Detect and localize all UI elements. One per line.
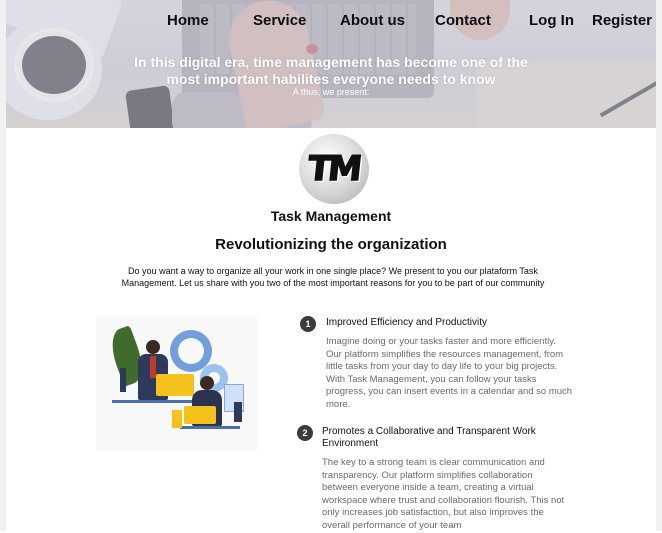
reason-1-line: Our platform simplifies the resources ma…: [326, 348, 564, 360]
small-person-icon-3: [172, 410, 182, 428]
main-nav: Home Service About us Contact Log In Reg…: [6, 12, 656, 32]
hero-title-line-1: In this digital era, time management has…: [134, 54, 528, 70]
reason-1-body: Imagine doing or your tasks faster and m…: [326, 336, 572, 412]
reason-2-title-line-1: Promotes a Collaborative and Transparent…: [322, 426, 536, 437]
small-person-icon-2: [120, 368, 126, 392]
tm-logo-text: TM: [306, 148, 363, 190]
nav-register-link[interactable]: Register: [592, 12, 652, 29]
reason-1-line: Imagine doing or your tasks faster and m…: [326, 336, 556, 347]
gear-hole: [178, 338, 204, 364]
intro-paragraph: Do you want a way to organize all your w…: [90, 265, 576, 289]
nav-service-link[interactable]: Service: [253, 12, 306, 29]
woman-head: [200, 376, 214, 390]
intro-line-2: Management. Let us share with you two of…: [121, 278, 545, 288]
reason-2-title-line-2: Environment: [322, 438, 379, 449]
reason-2-line: The key to a strong team is clear commun…: [322, 457, 545, 468]
reason-1-number-badge: 1: [300, 316, 316, 332]
page-headline: Revolutionizing the organization: [215, 236, 447, 253]
laptop-icon-2: [184, 406, 216, 424]
desk-line-2: [180, 426, 240, 429]
teamwork-illustration: [96, 316, 258, 450]
reason-2-number-badge: 2: [297, 425, 313, 441]
reason-2-line: between everyone inside a team, creating…: [322, 482, 534, 494]
small-person-icon: [234, 402, 242, 422]
reason-1-line: progress, you can insert events in a cal…: [326, 386, 573, 398]
hero-subtitle: A thus, we present:: [292, 87, 370, 97]
laptop-icon: [156, 374, 194, 396]
nav-login-link[interactable]: Log In: [529, 12, 574, 29]
nav-about-link[interactable]: About us: [340, 12, 405, 29]
reason-2-line: workspace where trust and collaboration …: [322, 494, 565, 506]
reason-2-line: transparency. Our platform simplifies co…: [322, 469, 533, 481]
reason-1-line: little tasks from your day to day life t…: [326, 361, 558, 373]
man-head: [146, 340, 160, 354]
nav-contact-link[interactable]: Contact: [435, 12, 491, 29]
reason-1-title: Improved Efficiency and Productivity: [326, 317, 488, 328]
reason-1-line: With Task Management, you can follow you…: [326, 373, 537, 385]
brand-name: Task Management: [270, 208, 392, 224]
reason-2-body: The key to a strong team is clear commun…: [322, 457, 564, 533]
intro-line-1: Do you want a way to organize all your w…: [128, 266, 538, 276]
reason-2-line: only increases job satisfaction, but als…: [322, 507, 544, 519]
reason-1-line: more.: [326, 398, 351, 410]
tm-logo: TM: [299, 134, 369, 204]
nav-home-link[interactable]: Home: [167, 12, 209, 29]
hero-title-line-2: most important habilites everyone needs …: [166, 71, 496, 87]
reason-2-title: Promotes a Collaborative and Transparent…: [322, 426, 536, 450]
